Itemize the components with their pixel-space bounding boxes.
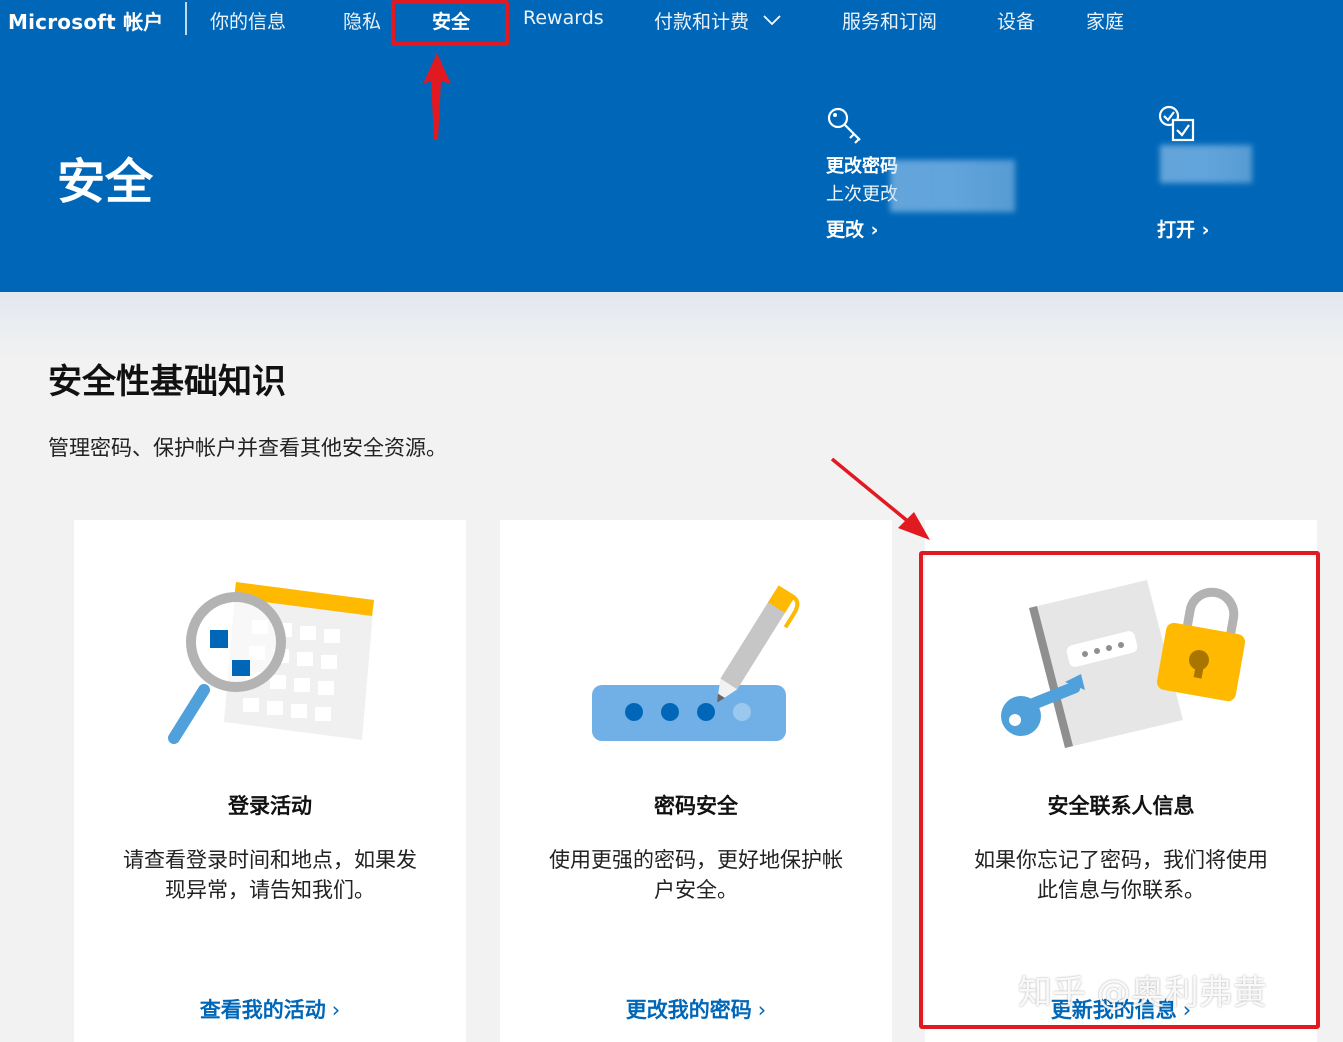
nav-payment-billing-label: 付款和计费: [654, 11, 750, 33]
section-title: 安全性基础知识: [48, 362, 286, 402]
header-bar: Microsoft 帐户 你的信息 隐私 安全 Rewards 付款和计费 服务…: [0, 0, 1343, 292]
nav-family[interactable]: 家庭: [1086, 7, 1124, 34]
annotation-box-security-tab: [391, 0, 509, 46]
card-title: 密码安全: [654, 794, 738, 818]
card-desc-line: 户安全。: [654, 878, 738, 902]
section-subtitle: 管理密码、保护帐户并查看其他安全资源。: [48, 436, 447, 460]
card-sign-in-activity: 登录活动 请查看登录时间和地点，如果发 现异常，请告知我们。 查看我的活动 ›: [74, 520, 466, 1042]
change-password-card-link[interactable]: 更改我的密码 ›: [500, 994, 892, 1024]
nav-devices[interactable]: 设备: [997, 7, 1035, 34]
card-desc-line: 请查看登录时间和地点，如果发: [123, 848, 417, 872]
nav-rewards[interactable]: Rewards: [523, 7, 604, 29]
card-description: 使用更强的密码，更好地保护帐 户安全。: [530, 845, 862, 905]
nav-your-info[interactable]: 你的信息: [210, 7, 286, 34]
change-password-title: 更改密码: [826, 156, 898, 177]
redacted-blur: [890, 160, 1015, 212]
nav-payment-billing[interactable]: 付款和计费: [654, 7, 781, 34]
open-link[interactable]: 打开 ›: [1157, 215, 1209, 242]
checklist-icon: [1158, 105, 1195, 142]
page-title: 安全: [57, 154, 154, 210]
view-activity-label: 查看我的活动: [199, 998, 326, 1022]
nav-services-subscriptions[interactable]: 服务和订阅: [842, 7, 937, 34]
chevron-right-icon: ›: [757, 998, 767, 1022]
nav-privacy[interactable]: 隐私: [343, 7, 381, 34]
card-desc-line: 使用更强的密码，更好地保护帐: [549, 848, 843, 872]
magnifier-calendar-illustration: [168, 582, 374, 744]
brand-title[interactable]: Microsoft 帐户: [8, 6, 164, 35]
card-title: 登录活动: [228, 794, 312, 818]
card-description: 请查看登录时间和地点，如果发 现异常，请告知我们。: [104, 845, 436, 905]
view-activity-link[interactable]: 查看我的活动 ›: [74, 994, 466, 1024]
change-password-link[interactable]: 更改 ›: [826, 215, 878, 242]
chevron-right-icon: ›: [331, 998, 341, 1022]
nav-divider: [185, 2, 187, 35]
password-pen-illustration: [592, 585, 800, 741]
card-password-security: 密码安全 使用更强的密码，更好地保护帐 户安全。 更改我的密码 ›: [500, 520, 892, 1042]
header-fade: [0, 292, 1343, 362]
change-password-card-label: 更改我的密码: [625, 998, 752, 1022]
open-link-label: 打开: [1157, 219, 1196, 241]
change-link-label: 更改: [826, 219, 865, 241]
key-icon: [827, 107, 861, 144]
redacted-blur-2: [1160, 145, 1252, 183]
chevron-right-icon: ›: [1201, 219, 1210, 241]
annotation-box-contact-card: [919, 551, 1320, 1029]
last-changed-text: 上次更改: [826, 184, 898, 205]
chevron-right-icon: ›: [870, 219, 879, 241]
card-desc-line: 现异常，请告知我们。: [165, 878, 375, 902]
chevron-down-icon: [763, 14, 781, 25]
